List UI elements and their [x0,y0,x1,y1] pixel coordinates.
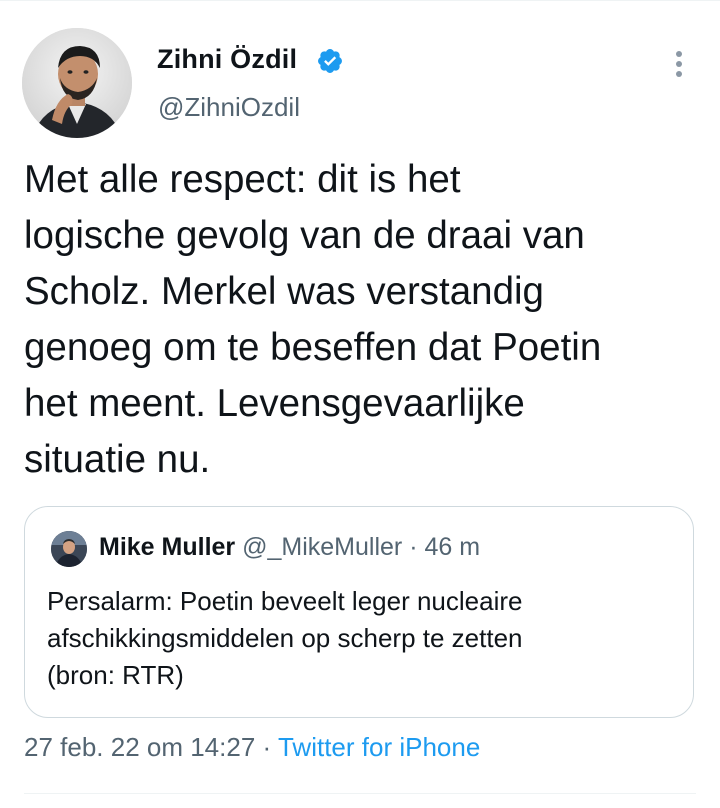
top-divider [0,0,720,1]
quoted-author-handle[interactable]: @_MikeMuller [242,533,402,561]
bottom-divider [24,793,696,794]
verified-badge-icon [318,49,342,73]
more-options-icon[interactable] [664,46,694,82]
profile-photo-icon [22,28,132,138]
tweet-timestamp[interactable]: 27 feb. 22 om 14:27 [24,732,255,762]
quoted-profile-photo-icon [51,531,87,567]
author-handle[interactable]: @ZihniOzdil [158,92,300,123]
quoted-author-avatar[interactable] [51,531,87,567]
quoted-author-name[interactable]: Mike Muller [99,533,235,561]
author-display-name[interactable]: Zihni Özdil [157,44,297,75]
tweet-meta: 27 feb. 22 om 14:27 · Twitter for iPhone [24,732,480,763]
meta-separator: · [262,732,272,762]
tweet-source-link[interactable]: Twitter for iPhone [278,732,480,762]
author-avatar[interactable] [22,28,132,138]
quoted-tweet-card[interactable]: Mike Muller @_MikeMuller · 46 m Persalar… [24,506,694,718]
quoted-separator: · [409,533,418,561]
quoted-tweet-time[interactable]: 46 m [424,533,480,561]
quoted-tweet-text: Persalarm: Poetin beveelt leger nucleair… [47,586,523,690]
quoted-tweet-header: Mike Muller @_MikeMuller · 46 m [99,533,480,562]
tweet-text: Met alle respect: dit is het logische ge… [24,158,602,481]
